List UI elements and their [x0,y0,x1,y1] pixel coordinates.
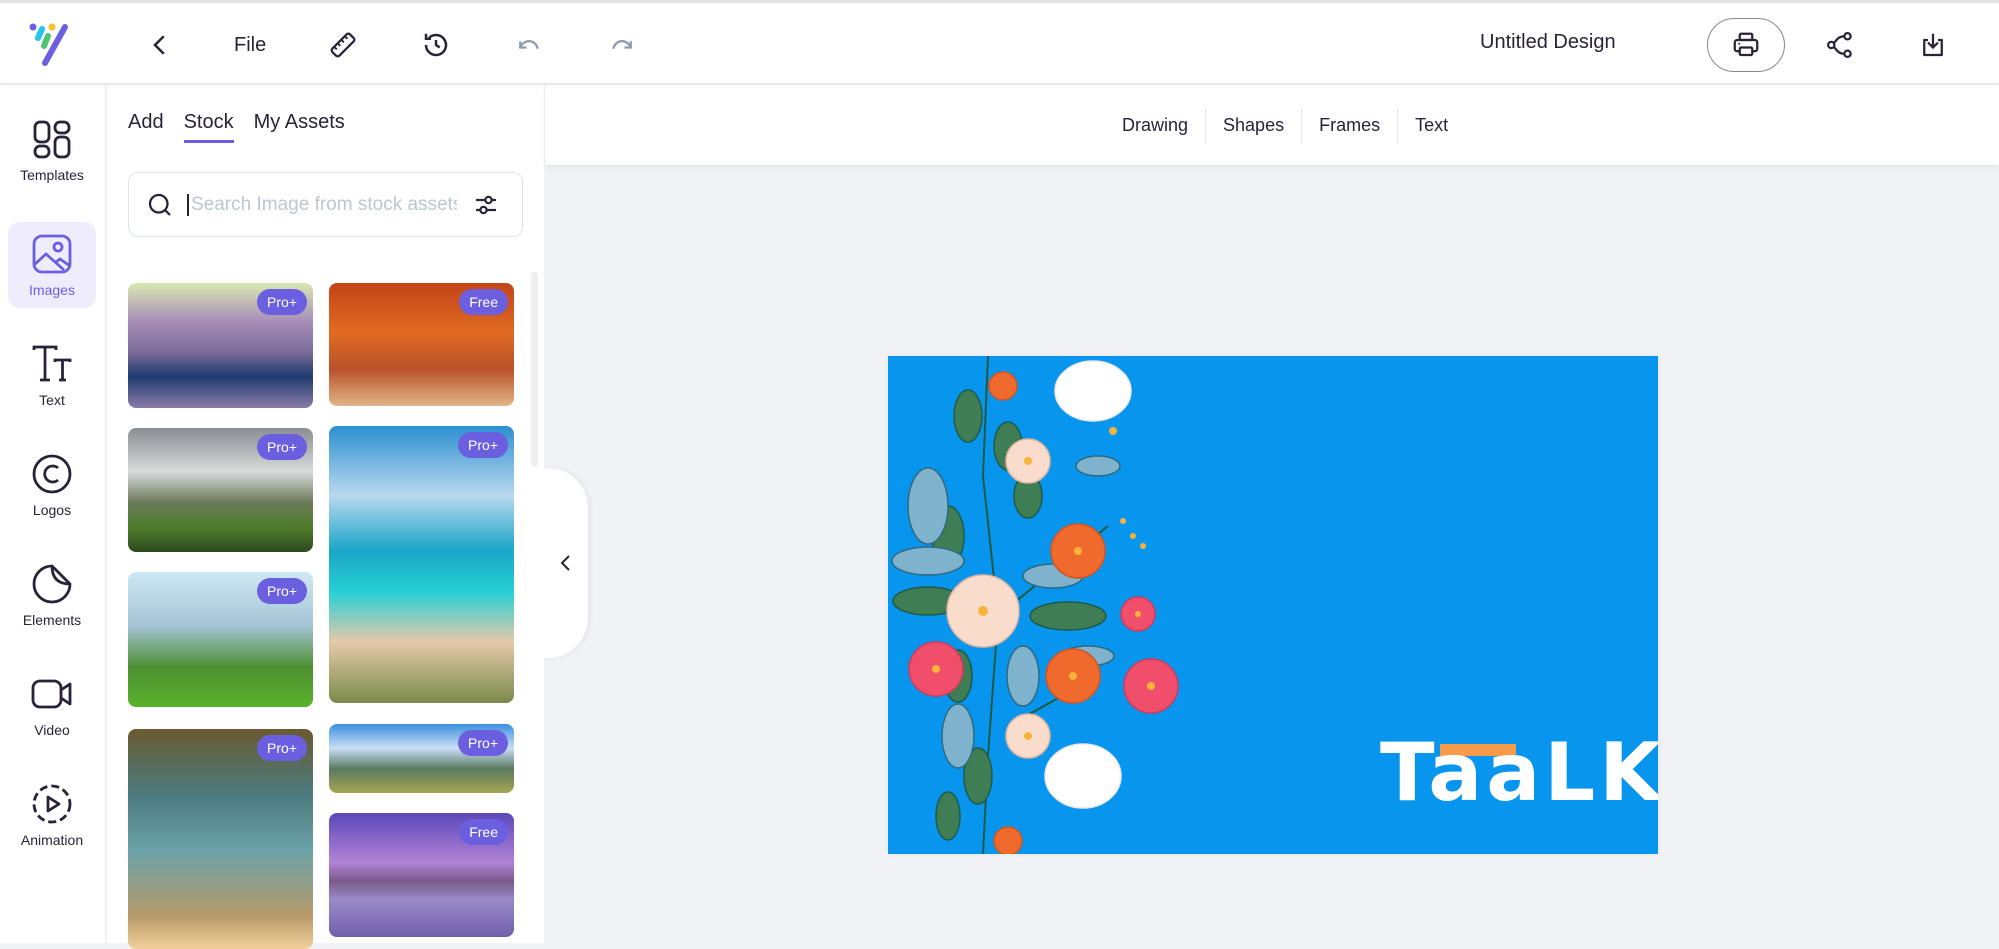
redo-icon [612,39,632,50]
share-button[interactable] [1824,23,1856,67]
file-menu[interactable]: File [234,23,266,67]
video-icon [31,679,72,709]
back-button[interactable] [145,23,175,67]
badge-free: Free [459,289,508,315]
sidebar-item-label: Video [34,722,70,738]
undo-icon [519,39,539,50]
brand-text: TaaLK [1380,726,1658,819]
undo-button[interactable] [513,23,545,67]
floral-illustration [891,356,1179,854]
stock-image[interactable]: Free [329,813,514,937]
stock-image[interactable]: Pro+ [128,729,313,949]
panel-scrollbar[interactable] [531,272,538,467]
tab-stock[interactable]: Stock [183,111,234,143]
stock-image[interactable]: Pro+ [128,428,313,552]
document-title[interactable]: Untitled Design [1480,31,1616,54]
filter-icon[interactable] [471,190,501,220]
sidebar-item-label: Text [39,392,65,408]
sidebar-item-animation[interactable]: Animation [8,772,96,858]
badge-pro: Pro+ [257,735,307,761]
history-icon [424,33,448,57]
ruler-button[interactable] [327,23,359,67]
printer-icon [1733,32,1759,57]
sidebar-item-templates[interactable]: Templates [8,107,96,193]
app-logo[interactable] [28,21,74,69]
copyright-icon [32,454,72,494]
badge-free: Free [459,819,508,845]
top-toolbar: File Untitled Design [0,0,1999,84]
redo-button[interactable] [606,23,638,67]
collapse-panel-button[interactable] [543,468,588,658]
sidebar-item-elements[interactable]: Elements [8,552,96,638]
play-circle-icon [32,784,72,824]
history-button[interactable] [420,23,452,67]
sidebar-item-label: Templates [20,167,84,183]
sidebar-item-label: Logos [32,502,72,518]
sidebar-item-label: Animation [20,832,84,848]
chevron-left-icon [153,35,165,55]
text-icon [32,345,72,382]
tab-text[interactable]: Text [1398,107,1465,144]
chevron-left-icon [560,555,570,571]
design-canvas[interactable]: TaaLK [888,356,1658,854]
sidebar-item-text[interactable]: Text [8,332,96,418]
search-box [128,172,523,237]
tab-shapes[interactable]: Shapes [1206,107,1301,144]
sidebar-item-logos[interactable]: Logos [8,442,96,528]
badge-pro: Pro+ [257,434,307,460]
ruler-icon [330,32,356,58]
stock-image[interactable]: Pro+ [329,426,514,703]
search-icon [148,193,171,216]
badge-pro: Pro+ [458,730,508,756]
download-button[interactable] [1917,23,1949,67]
tab-drawing[interactable]: Drawing [1105,107,1205,144]
images-panel: Add Stock My Assets Pro+ Free Pro+ Pro+ … [107,85,544,949]
left-icon-sidebar: Templates Images Text Logos Elements Vid… [0,85,106,943]
tab-my-assets[interactable]: My Assets [254,111,345,143]
panel-tabs: Add Stock My Assets [128,111,345,143]
stock-image[interactable]: Pro+ [128,572,313,707]
share-icon [1827,32,1852,58]
sticker-icon [32,564,72,604]
templates-icon [33,120,71,159]
badge-pro: Pro+ [458,432,508,458]
image-icon [32,234,72,274]
badge-pro: Pro+ [257,578,307,604]
badge-pro: Pro+ [257,289,307,315]
stock-image[interactable]: Pro+ [128,283,313,408]
stock-image[interactable]: Free [329,283,514,406]
search-input[interactable] [187,193,457,216]
sidebar-item-label: Elements [22,612,82,628]
sidebar-item-label: Images [29,282,75,298]
tab-frames[interactable]: Frames [1302,107,1397,144]
tab-add[interactable]: Add [128,111,164,143]
print-button[interactable] [1707,18,1785,72]
stock-image[interactable]: Pro+ [329,724,514,793]
element-toolbar: Drawing Shapes Frames Text [545,85,1999,165]
download-icon [1923,33,1943,57]
sidebar-item-video[interactable]: Video [8,662,96,748]
sidebar-item-images[interactable]: Images [8,222,96,308]
